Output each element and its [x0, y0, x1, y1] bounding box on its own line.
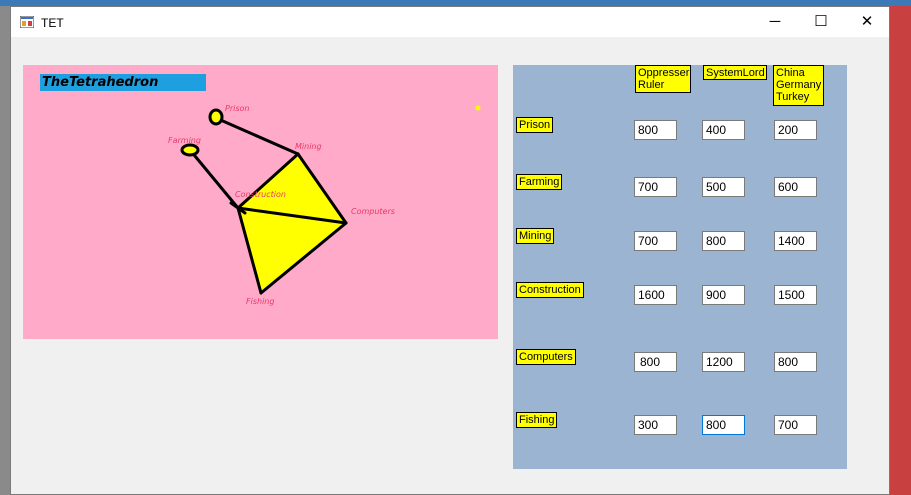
fishing-oppresser-input[interactable]: 300	[634, 415, 677, 435]
node-label-fishing: Fishing	[246, 297, 274, 306]
mining-china-input[interactable]: 1400	[774, 231, 817, 251]
title-bar[interactable]: TET ─ ☐ ✕	[11, 7, 889, 37]
minimize-button[interactable]: ─	[752, 7, 798, 37]
construction-systemlord-input[interactable]: 900	[702, 285, 745, 305]
prison-node	[208, 108, 224, 126]
construction-oppresser-input[interactable]: 1600	[634, 285, 677, 305]
edge-farming-construction	[188, 148, 240, 210]
fishing-china-input[interactable]: 700	[774, 415, 817, 435]
row-label-construction: Construction	[516, 282, 584, 298]
yellow-dot	[475, 105, 481, 111]
maximize-button[interactable]: ☐	[798, 7, 844, 37]
prison-oppresser-input[interactable]: 800	[634, 120, 677, 140]
computers-china-input[interactable]: 800	[774, 352, 817, 372]
mining-systemlord-input[interactable]: 800	[702, 231, 745, 251]
node-label-computers: Computers	[351, 207, 395, 216]
tetrahedron-canvas[interactable]: TheTetrahedron Prison Farming Mining Con…	[23, 65, 498, 339]
values-panel: Oppresser Ruler SystemLord China Germany…	[513, 65, 847, 469]
column-header-oppresser-ruler: Oppresser Ruler	[635, 65, 691, 93]
window-title: TET	[41, 16, 64, 30]
computers-oppresser-input[interactable]: 800	[634, 352, 677, 372]
close-button[interactable]: ✕	[844, 7, 890, 37]
desktop-background-right	[890, 6, 911, 495]
column-header-systemlord: SystemLord	[703, 65, 767, 80]
node-label-mining: Mining	[295, 142, 322, 151]
app-window: TET ─ ☐ ✕ TheTetrahedron Prison Farming …	[10, 6, 890, 495]
row-label-mining: Mining	[516, 228, 555, 244]
prison-systemlord-input[interactable]: 400	[702, 120, 745, 140]
mining-oppresser-input[interactable]: 700	[634, 231, 677, 251]
app-icon	[20, 16, 34, 28]
farming-china-input[interactable]: 600	[774, 177, 817, 197]
row-label-farming: Farming	[516, 174, 563, 190]
farming-systemlord-input[interactable]: 500	[702, 177, 745, 197]
construction-china-input[interactable]: 1500	[774, 285, 817, 305]
computers-systemlord-input[interactable]: 1200	[702, 352, 745, 372]
farming-node	[180, 143, 200, 157]
node-label-prison: Prison	[225, 104, 249, 113]
node-label-farming: Farming	[168, 136, 201, 145]
row-label-fishing: Fishing	[516, 412, 558, 428]
column-header-china-germany-turkey: China Germany Turkey	[773, 65, 824, 106]
prison-china-input[interactable]: 200	[774, 120, 817, 140]
row-label-computers: Computers	[516, 349, 576, 365]
tetrahedron-diagram: Prison Farming Mining Construction Compu…	[168, 104, 481, 306]
row-label-prison: Prison	[516, 117, 554, 133]
node-label-construction: Construction	[235, 190, 286, 199]
fishing-systemlord-input[interactable]: 800	[702, 415, 745, 435]
edge-prison-mining	[214, 116, 300, 156]
farming-oppresser-input[interactable]: 700	[634, 177, 677, 197]
